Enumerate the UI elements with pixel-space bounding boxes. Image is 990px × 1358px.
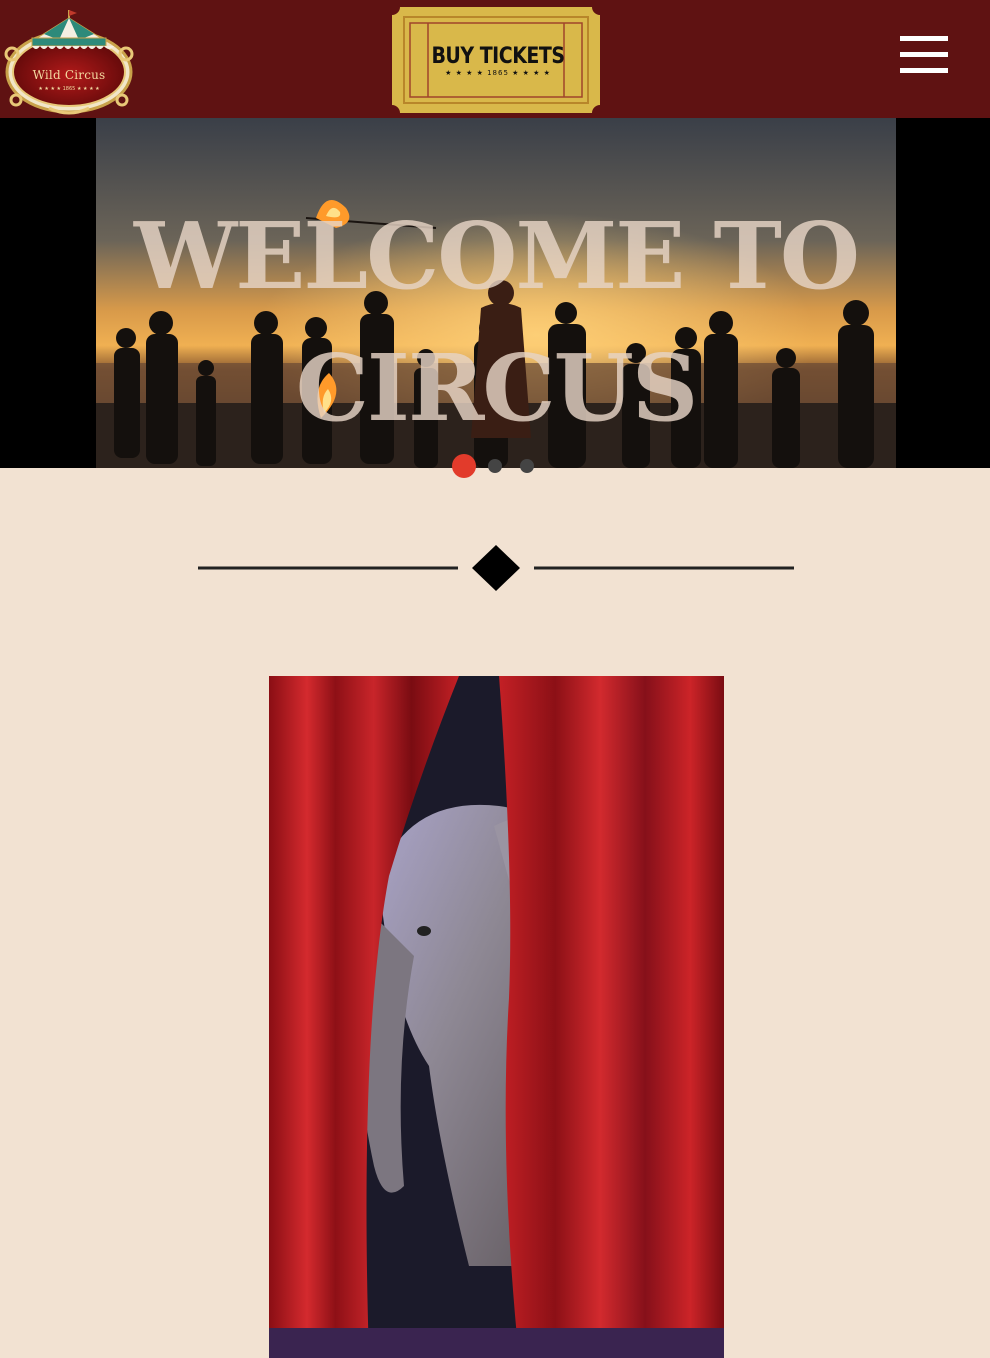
diamond-divider-icon [198, 545, 794, 591]
hero-title: WELCOME TO CIRCUS [133, 202, 860, 442]
menu-bar [900, 68, 948, 73]
logo-text: Wild Circus [32, 68, 106, 82]
hamburger-menu-icon[interactable] [898, 34, 950, 78]
buy-tickets-sub: ★ ★ ★ ★ 1865 ★ ★ ★ ★ [445, 69, 551, 77]
slider-dot-1[interactable] [452, 454, 476, 478]
elephant-curtain-image [269, 676, 724, 1358]
menu-bar [900, 52, 948, 57]
buy-tickets-button[interactable]: BUY TICKETS ★ ★ ★ ★ 1865 ★ ★ ★ ★ [392, 7, 600, 113]
logo-year: ★ ★ ★ ★ 1865 ★ ★ ★ ★ [38, 86, 100, 92]
slider-dot-2[interactable] [488, 459, 502, 473]
hero-slider: WELCOME TO CIRCUS [0, 118, 990, 468]
feature-image [269, 676, 724, 1358]
circus-tent-logo-icon [4, 10, 134, 115]
site-header: Wild Circus ★ ★ ★ ★ 1865 ★ ★ ★ ★ BUY TIC… [0, 0, 990, 118]
menu-bar [900, 36, 948, 41]
buy-tickets-label: BUY TICKETS [431, 43, 565, 69]
section-divider [196, 540, 796, 596]
wild-circus-logo[interactable]: Wild Circus ★ ★ ★ ★ 1865 ★ ★ ★ ★ [4, 4, 134, 116]
slider-dot-3[interactable] [520, 459, 534, 473]
